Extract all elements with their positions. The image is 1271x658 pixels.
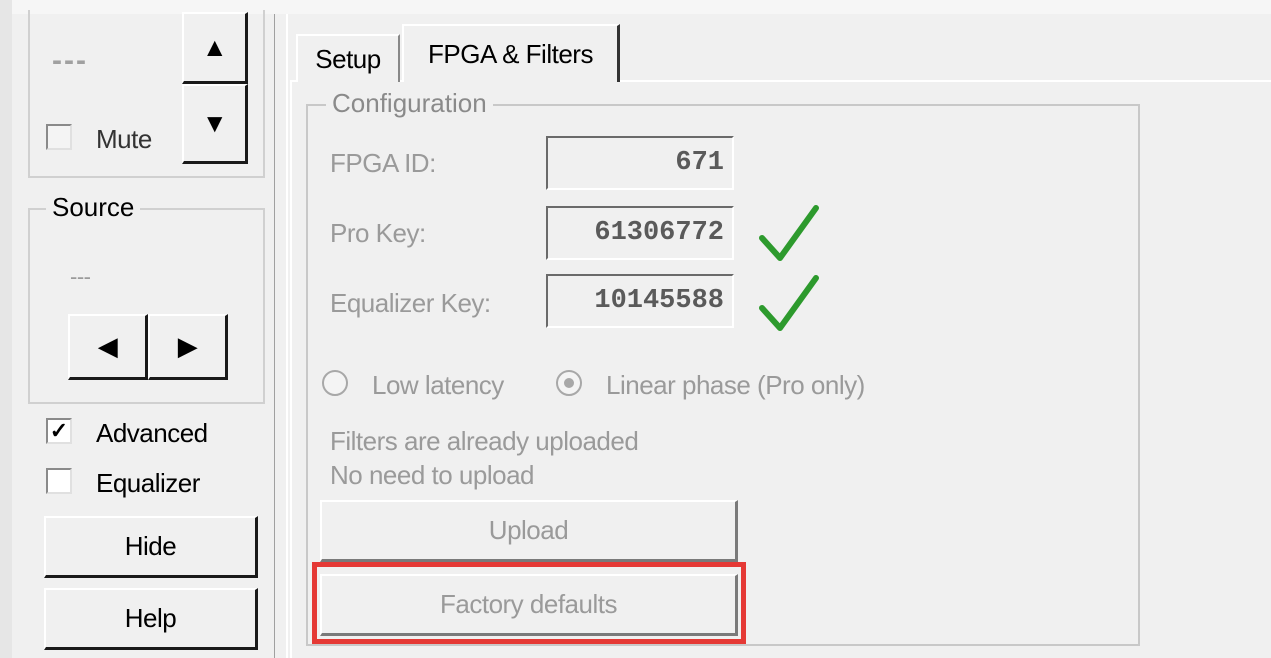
linear-phase-radio[interactable] (556, 370, 582, 396)
arrow-left-icon: ◀ (97, 331, 118, 361)
help-button-label: Help (124, 603, 177, 633)
volume-down-button[interactable]: ▼ (182, 84, 248, 164)
low-latency-radio[interactable] (322, 370, 348, 396)
window-left-edge (0, 0, 12, 658)
panel-splitter[interactable] (274, 14, 288, 658)
mute-label: Mute (96, 124, 152, 154)
equalizer-key-label: Equalizer Key: (330, 288, 491, 318)
source-legend: Source (46, 193, 141, 221)
linear-phase-label: Linear phase (Pro only) (606, 370, 865, 400)
tab-setup[interactable]: Setup (296, 34, 400, 82)
advanced-label: Advanced (96, 418, 208, 448)
upload-button[interactable]: Upload (320, 500, 738, 562)
mute-checkbox[interactable] (46, 124, 72, 150)
arrow-down-icon: ▼ (201, 108, 228, 138)
source-value: --- (70, 264, 91, 289)
volume-up-button[interactable]: ▲ (182, 12, 248, 84)
checkmark-icon: ✓ (49, 418, 69, 443)
hide-button[interactable]: Hide (44, 516, 258, 578)
status-line-1: Filters are already uploaded (330, 426, 639, 456)
tab-fpga-filters-label: FPGA & Filters (428, 38, 593, 69)
fpga-id-label: FPGA ID: (330, 148, 436, 178)
pro-key-valid-icon (759, 205, 819, 261)
equalizer-key-valid-icon (759, 275, 819, 331)
fpga-id-field: 671 (546, 136, 734, 190)
help-button[interactable]: Help (44, 588, 258, 650)
low-latency-label: Low latency (372, 370, 504, 400)
radio-selected-dot (564, 378, 574, 388)
advanced-checkbox[interactable]: ✓ (46, 418, 72, 444)
source-next-button[interactable]: ▶ (148, 314, 228, 380)
hide-button-label: Hide (124, 531, 177, 561)
equalizer-key-field: 10145588 (546, 274, 734, 328)
tab-fpga-filters[interactable]: FPGA & Filters (402, 24, 620, 82)
pro-key-label: Pro Key: (330, 218, 426, 248)
equalizer-checkbox[interactable] (46, 468, 72, 494)
upload-button-label: Upload (488, 515, 569, 545)
arrow-up-icon: ▲ (201, 32, 228, 62)
pro-key-field: 61306772 (546, 206, 734, 260)
equalizer-label: Equalizer (96, 468, 200, 498)
highlight-box (312, 562, 746, 644)
level-display: --- (52, 44, 88, 77)
source-prev-button[interactable]: ◀ (68, 314, 148, 380)
tab-setup-label: Setup (315, 43, 381, 74)
status-line-2: No need to upload (330, 460, 535, 490)
configuration-legend: Configuration (326, 89, 493, 117)
arrow-right-icon: ▶ (177, 331, 198, 361)
